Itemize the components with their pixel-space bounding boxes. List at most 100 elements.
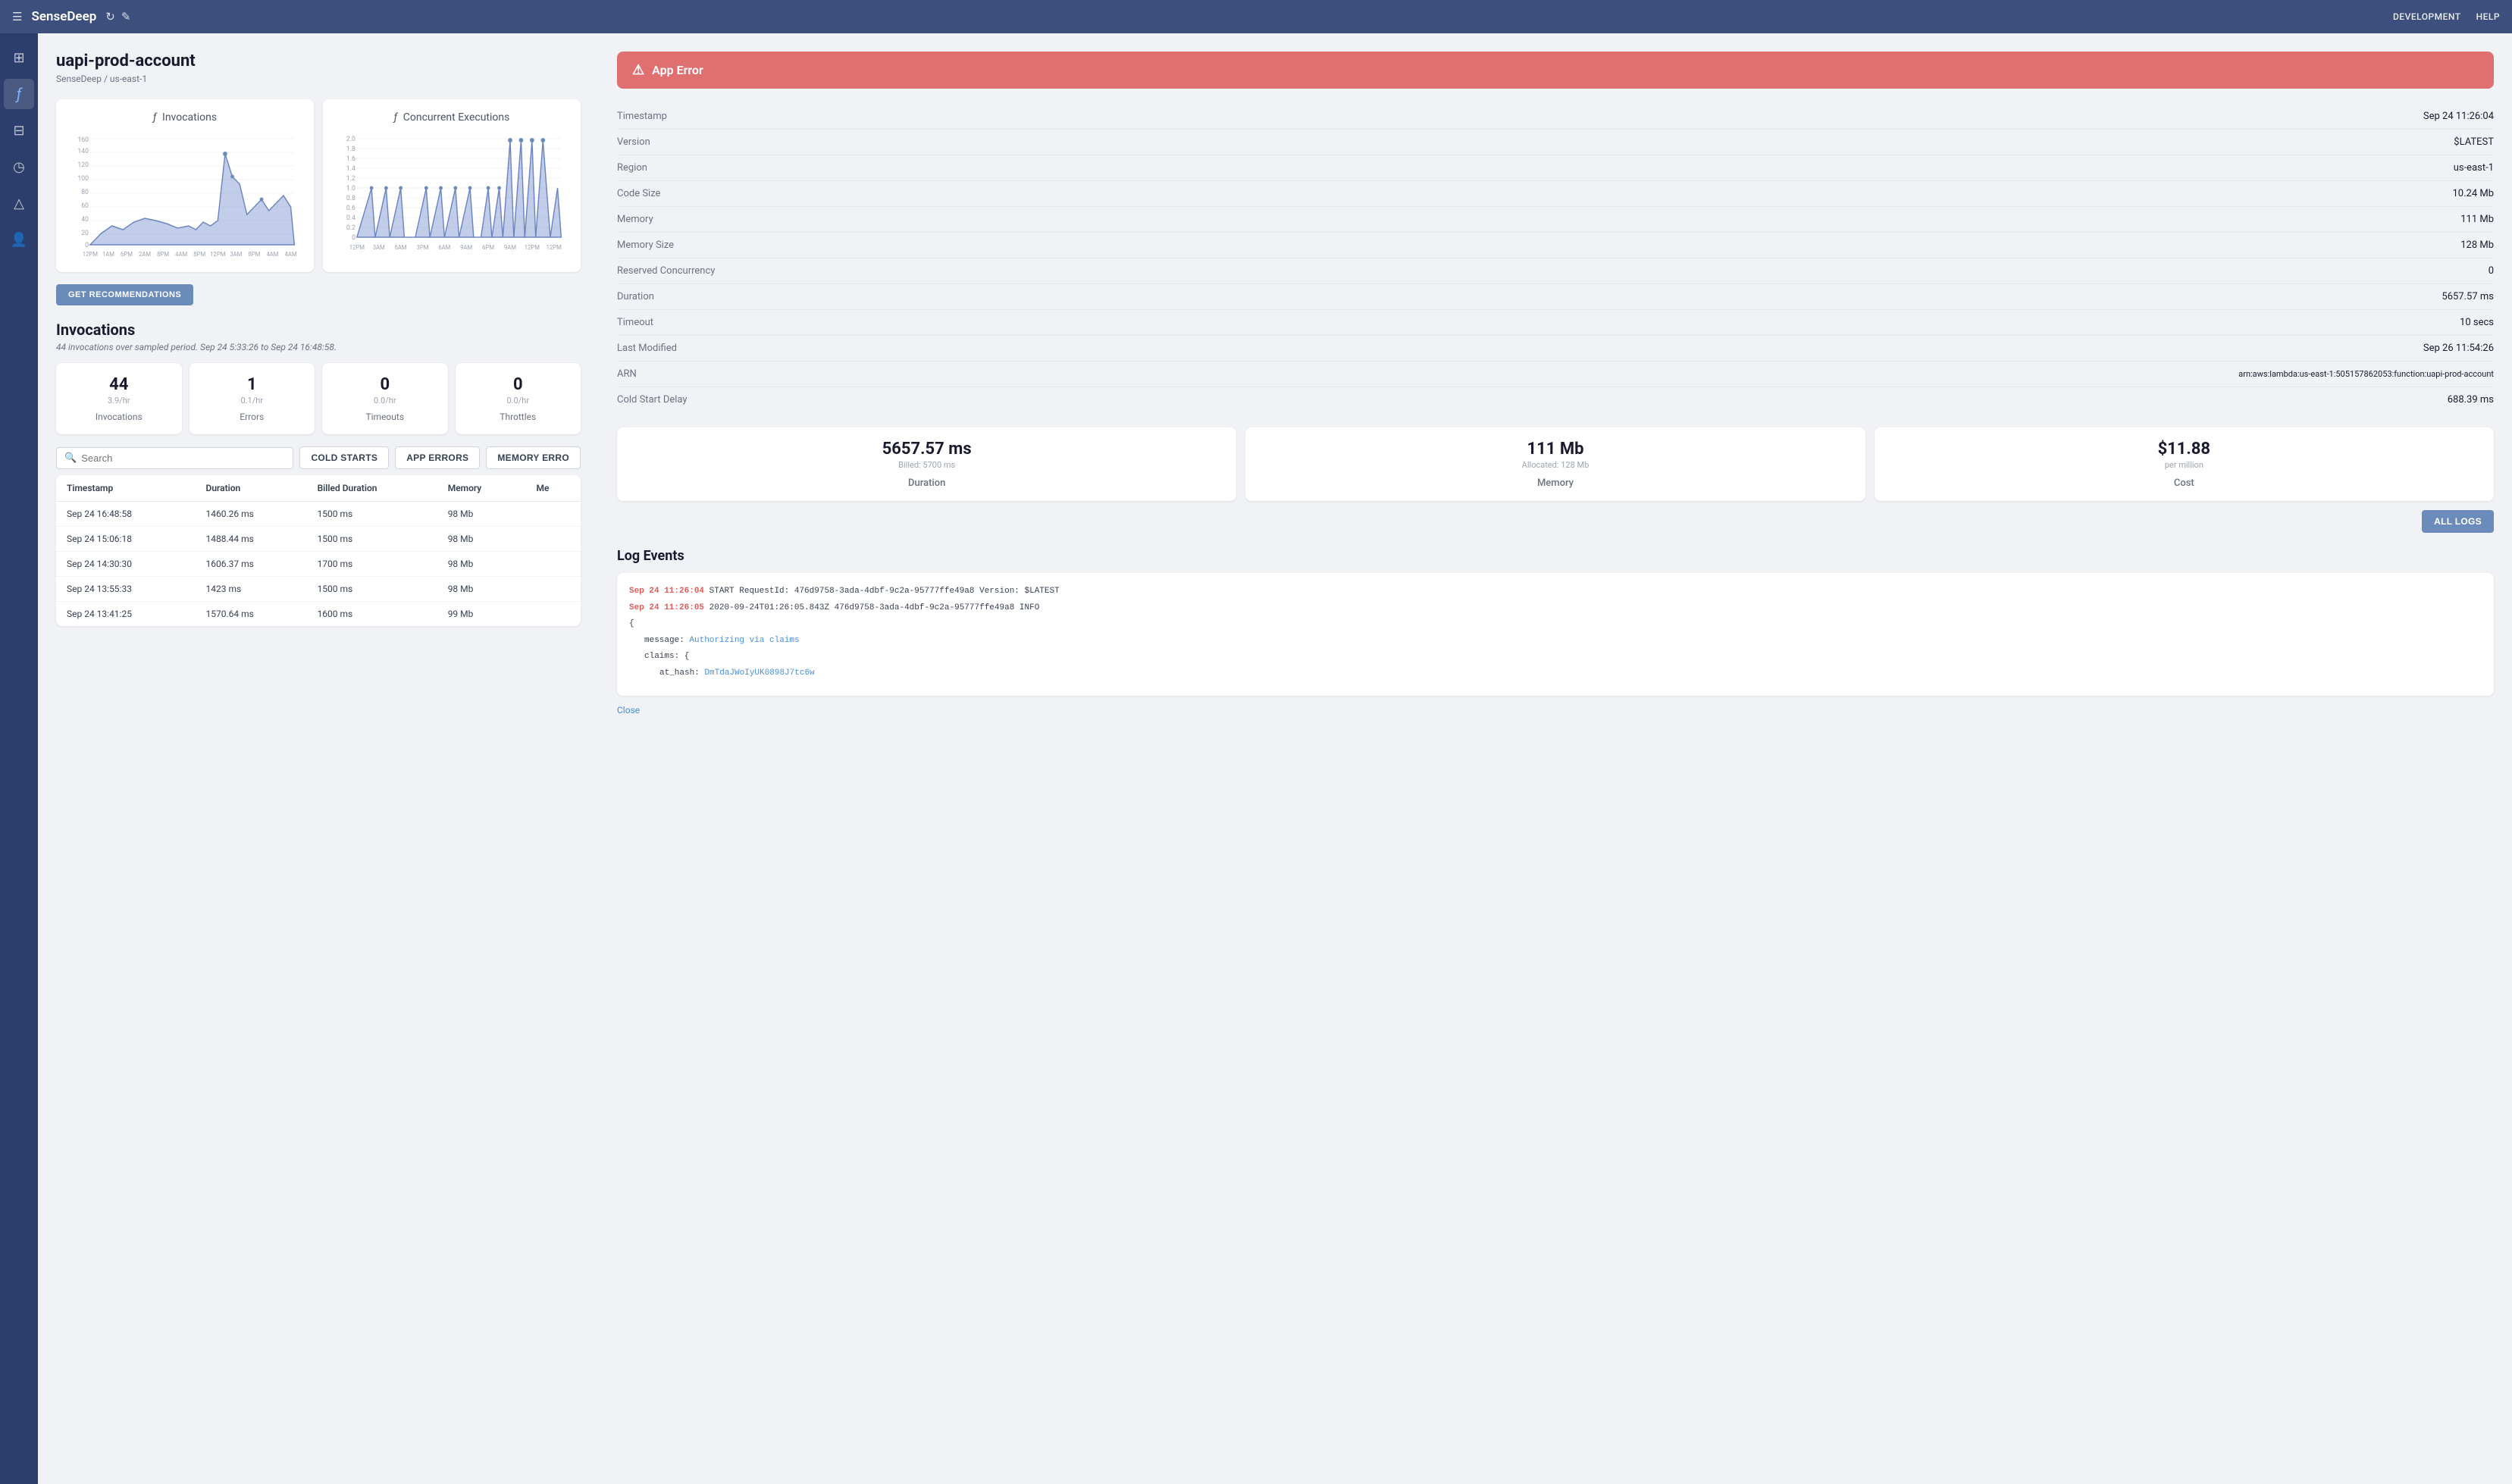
sidebar: ⊞ ƒ ⊟ ◷ △ 👤: [0, 33, 38, 1484]
detail-row: Region us-east-1: [617, 155, 2494, 181]
log-line: message: Authorizing via claims: [629, 634, 2482, 648]
settings-icon[interactable]: ✎: [121, 10, 131, 23]
row-billed: 1500 ms: [307, 577, 437, 602]
detail-value: 688.39 ms: [769, 387, 2494, 413]
detail-key: Memory: [617, 207, 769, 233]
svg-text:8PM: 8PM: [193, 251, 205, 258]
col-timestamp: Timestamp: [56, 475, 196, 502]
detail-key: Timeout: [617, 310, 769, 336]
row-timestamp: Sep 24 15:06:18: [56, 527, 196, 552]
log-key: message:: [644, 636, 689, 645]
svg-text:6AM: 6AM: [438, 244, 450, 251]
sidebar-item-user[interactable]: 👤: [4, 224, 34, 255]
detail-value: 128 Mb: [769, 233, 2494, 258]
help-label[interactable]: HELP: [2476, 11, 2500, 22]
svg-text:2.0: 2.0: [346, 136, 356, 143]
table-row[interactable]: Sep 24 14:30:30 1606.37 ms 1700 ms 98 Mb: [56, 552, 581, 577]
metric-memory: 111 Mb Allocated: 128 Mb Memory: [1245, 427, 1865, 501]
svg-text:6PM: 6PM: [482, 244, 494, 251]
hamburger-icon[interactable]: ☰: [12, 10, 22, 23]
app-errors-button[interactable]: APP ERRORS: [395, 446, 480, 469]
detail-value: Sep 24 11:26:04: [769, 104, 2494, 130]
main-wrapper: uapi-prod-account SenseDeep / us-east-1 …: [38, 33, 2512, 1484]
log-table: Timestamp Duration Billed Duration Memor…: [56, 475, 581, 626]
svg-text:1.6: 1.6: [346, 155, 356, 163]
row-duration: 1423 ms: [196, 577, 307, 602]
row-billed: 1500 ms: [307, 502, 437, 527]
invocations-f-icon: ƒ: [153, 111, 157, 124]
refresh-icon[interactable]: ↻: [105, 10, 115, 23]
stat-timeouts-label: Timeouts: [334, 412, 436, 422]
row-billed: 1500 ms: [307, 527, 437, 552]
table-row[interactable]: Sep 24 16:48:58 1460.26 ms 1500 ms 98 Mb: [56, 502, 581, 527]
sidebar-item-clock[interactable]: ◷: [4, 152, 34, 182]
metric-memory-sub: Allocated: 128 Mb: [1258, 460, 1853, 470]
log-table-header-row: Timestamp Duration Billed Duration Memor…: [56, 475, 581, 502]
env-label[interactable]: DEVELOPMENT: [2393, 11, 2461, 22]
log-text-1: START RequestId: 476d9758-3ada-4dbf-9c2a…: [709, 587, 1060, 596]
metric-duration: 5657.57 ms Billed: 5700 ms Duration: [617, 427, 1236, 501]
search-input[interactable]: [81, 452, 285, 464]
detail-row: ARN arn:aws:lambda:us-east-1:50515786205…: [617, 362, 2494, 387]
detail-row: Last Modified Sep 26 11:54:26: [617, 336, 2494, 362]
log-events-area: Sep 24 11:26:04 START RequestId: 476d975…: [617, 573, 2494, 696]
table-row[interactable]: Sep 24 13:41:25 1570.64 ms 1600 ms 99 Mb: [56, 602, 581, 627]
sidebar-item-dashboard[interactable]: ⊞: [4, 42, 34, 73]
svg-text:12PM: 12PM: [547, 244, 562, 251]
log-timestamp-1: Sep 24 11:26:04: [629, 587, 704, 596]
stat-invocations-label: Invocations: [68, 412, 170, 422]
svg-text:0: 0: [352, 234, 356, 242]
all-logs-button[interactable]: ALL LOGS: [2422, 510, 2494, 533]
log-line: claims: {: [629, 650, 2482, 664]
table-row[interactable]: Sep 24 13:55:33 1423 ms 1500 ms 98 Mb: [56, 577, 581, 602]
svg-text:6PM: 6PM: [121, 251, 133, 258]
invocations-svg: 0 20 40 60 80 100 120 140 160: [68, 131, 302, 260]
row-timestamp: Sep 24 13:41:25: [56, 602, 196, 627]
sidebar-item-alerts[interactable]: △: [4, 188, 34, 218]
detail-row: Reserved Concurrency 0: [617, 258, 2494, 284]
stat-throttles-value: 0: [468, 375, 569, 394]
invocations-subtitle: 44 invocations over sampled period. Sep …: [56, 342, 581, 352]
stat-timeouts: 0 0.0/hr Timeouts: [322, 363, 448, 434]
svg-text:6AM: 6AM: [395, 244, 407, 251]
concurrent-chart-area: 0 0.2 0.4 0.6 0.8 1.0 1.2 1.4 1.6 1.8 2.…: [335, 131, 568, 260]
log-link-hash: DmTdaJWoIyUK0898J7tc6w: [704, 668, 814, 678]
nav-icons: ↻ ✎: [105, 10, 130, 23]
sidebar-item-functions[interactable]: ƒ: [4, 79, 34, 109]
sidebar-item-data[interactable]: ⊟: [4, 115, 34, 146]
stat-errors-label: Errors: [202, 412, 303, 422]
close-link[interactable]: Close: [617, 705, 640, 715]
detail-key: Version: [617, 130, 769, 155]
all-logs-wrap: ALL LOGS: [617, 510, 2494, 533]
detail-value: 10 secs: [769, 310, 2494, 336]
memory-errors-button[interactable]: MEMORY ERRO: [486, 446, 581, 469]
stat-errors-value: 1: [202, 375, 303, 394]
table-row[interactable]: Sep 24 15:06:18 1488.44 ms 1500 ms 98 Mb: [56, 527, 581, 552]
detail-value-arn: arn:aws:lambda:us-east-1:505157862053:fu…: [769, 362, 2494, 387]
detail-row: Timestamp Sep 24 11:26:04: [617, 104, 2494, 130]
log-events-title: Log Events: [617, 548, 2494, 564]
svg-text:12PM: 12PM: [349, 244, 365, 251]
svg-text:0: 0: [85, 242, 89, 249]
log-line: at_hash: DmTdaJWoIyUK0898J7tc6w: [629, 667, 2482, 681]
detail-value: 10.24 Mb: [769, 181, 2494, 207]
detail-key: Last Modified: [617, 336, 769, 362]
log-text-2: 2020-09-24T01:26:05.843Z 476d9758-3ada-4…: [709, 603, 1040, 612]
log-line: {: [629, 618, 2482, 631]
app-error-label: App Error: [652, 63, 703, 77]
row-duration: 1488.44 ms: [196, 527, 307, 552]
invocations-chart-card: ƒ Invocations: [56, 99, 314, 272]
metric-duration-sub: Billed: 5700 ms: [629, 460, 1224, 470]
right-panel: ⚠ App Error Timestamp Sep 24 11:26:04 Ve…: [599, 33, 2512, 1484]
search-input-wrap[interactable]: 🔍: [56, 447, 293, 469]
concurrent-chart-card: ƒ Concurrent Executions: [323, 99, 581, 272]
svg-text:40: 40: [81, 216, 89, 224]
cold-starts-button[interactable]: COLD STARTS: [299, 446, 389, 469]
detail-row: Version $LATEST: [617, 130, 2494, 155]
log-line: Sep 24 11:26:04 START RequestId: 476d975…: [629, 585, 2482, 599]
get-recommendations-button[interactable]: GET RECOMMENDATIONS: [56, 284, 193, 305]
detail-key: Region: [617, 155, 769, 181]
stat-invocations-rate: 3.9/hr: [68, 396, 170, 405]
log-line: Sep 24 11:26:05 2020-09-24T01:26:05.843Z…: [629, 602, 2482, 615]
metric-duration-value: 5657.57 ms: [629, 440, 1224, 459]
